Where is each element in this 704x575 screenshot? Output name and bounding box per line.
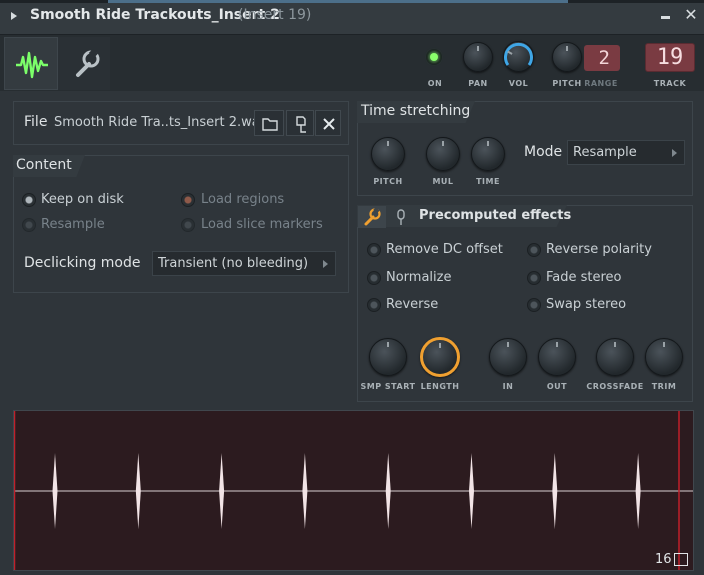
swap-stereo-label[interactable]: Swap stereo (546, 297, 626, 312)
content-title: Content (16, 157, 72, 173)
expand-arrow-icon[interactable] (11, 12, 17, 20)
tab-sample[interactable] (4, 37, 58, 90)
on-label: ON (427, 79, 443, 88)
wrench-icon (76, 48, 100, 77)
resample-label[interactable]: Resample (41, 217, 105, 232)
time-stretching-title: Time stretching (361, 103, 471, 119)
track-display[interactable]: 19 (645, 43, 695, 72)
swap-stereo-radio[interactable] (527, 298, 541, 312)
ts-pitch-label: PITCH (373, 177, 403, 186)
fx-settings-button[interactable] (358, 206, 386, 228)
tab-settings[interactable] (58, 37, 110, 90)
out-label: OUT (546, 382, 568, 391)
reverse-polarity-radio[interactable] (527, 243, 541, 257)
on-toggle[interactable] (426, 49, 442, 65)
track-label: TRACK (653, 79, 687, 88)
reverse-radio[interactable] (367, 298, 381, 312)
close-icon (323, 118, 335, 130)
browse-button[interactable] (286, 110, 314, 136)
in-knob[interactable] (489, 338, 527, 376)
waveform-transient (635, 453, 641, 529)
file-name: Smooth Ride Tra..ts_Insert 2.wav (54, 115, 268, 130)
trim-label: TRIM (651, 382, 677, 391)
reverse-polarity-label[interactable]: Reverse polarity (546, 242, 652, 257)
waveform-transient (552, 453, 558, 529)
resample-radio[interactable] (22, 218, 36, 232)
trim-knob[interactable] (645, 338, 683, 376)
mul-label: MUL (432, 177, 454, 186)
minimize-button[interactable] (661, 16, 670, 19)
waveform-transient (469, 453, 474, 529)
waveform-transient (52, 453, 58, 529)
mul-knob[interactable] (426, 137, 460, 171)
load-regions-radio[interactable] (181, 193, 195, 207)
time-label: TIME (476, 177, 500, 186)
waveform-transient (385, 453, 391, 529)
crop-icon[interactable] (674, 553, 688, 566)
mic-icon[interactable] (393, 208, 409, 228)
length-label: LENGTH (420, 382, 460, 391)
clear-file-button[interactable] (315, 110, 341, 136)
window-subtitle: (Insert 19) (238, 7, 312, 23)
chevron-right-icon (323, 260, 328, 268)
mode-select[interactable]: Resample (567, 140, 685, 165)
browse-icon (296, 116, 306, 133)
range-display[interactable]: 2 (584, 45, 620, 71)
keep-on-disk-label[interactable]: Keep on disk (41, 192, 124, 207)
in-label: IN (502, 382, 514, 391)
pitch-label: PITCH (552, 79, 582, 88)
folder-icon (262, 118, 278, 131)
crossfade-label: CROSSFADE (586, 382, 644, 391)
normalize-label[interactable]: Normalize (386, 270, 451, 285)
remove-dc-offset-label[interactable]: Remove DC offset (386, 242, 503, 257)
volume-arc (504, 42, 533, 66)
mode-label: Mode (524, 144, 563, 160)
waveform-icon (16, 51, 48, 79)
wrench-icon (364, 207, 381, 226)
time-knob[interactable] (471, 137, 505, 171)
precomputed-title: Precomputed effects (419, 208, 572, 223)
load-regions-label[interactable]: Load regions (201, 192, 284, 207)
pan-label: PAN (468, 79, 488, 88)
keep-on-disk-radio[interactable] (22, 193, 36, 207)
waveform-canvas (13, 411, 693, 570)
range-label: RANGE (584, 79, 618, 88)
file-label: File (24, 114, 48, 130)
waveform-display[interactable] (13, 410, 694, 571)
open-file-button[interactable] (254, 110, 284, 136)
declicking-mode-value: Transient (no bleeding) (158, 256, 309, 271)
fade-stereo-radio[interactable] (527, 271, 541, 285)
pan-knob[interactable] (463, 42, 493, 72)
length-knob[interactable] (420, 337, 460, 377)
declicking-label: Declicking mode (24, 255, 141, 271)
smp-start-label: SMP START (360, 382, 416, 391)
normalize-radio[interactable] (367, 271, 381, 285)
load-slice-markers-radio[interactable] (181, 218, 195, 232)
fade-stereo-label[interactable]: Fade stereo (546, 270, 622, 285)
declicking-mode-select[interactable]: Transient (no bleeding) (152, 251, 336, 276)
vol-label: VOL (508, 79, 529, 88)
load-slice-markers-label[interactable]: Load slice markers (201, 217, 323, 232)
waveform-transient (302, 453, 308, 529)
out-knob[interactable] (538, 338, 576, 376)
volume-knob[interactable] (503, 41, 534, 72)
close-window-button[interactable]: ✕ (683, 7, 699, 23)
chevron-right-icon (672, 149, 677, 157)
smp-start-knob[interactable] (369, 338, 407, 376)
ts-pitch-knob[interactable] (371, 137, 405, 171)
mode-value: Resample (573, 145, 637, 160)
reverse-label[interactable]: Reverse (386, 297, 438, 312)
waveform-count: 16 (655, 552, 672, 567)
waveform-transient (135, 453, 141, 529)
remove-dc-offset-radio[interactable] (367, 243, 381, 257)
waveform-transient (219, 453, 225, 529)
pitch-knob[interactable] (552, 42, 582, 72)
crossfade-knob[interactable] (596, 338, 634, 376)
